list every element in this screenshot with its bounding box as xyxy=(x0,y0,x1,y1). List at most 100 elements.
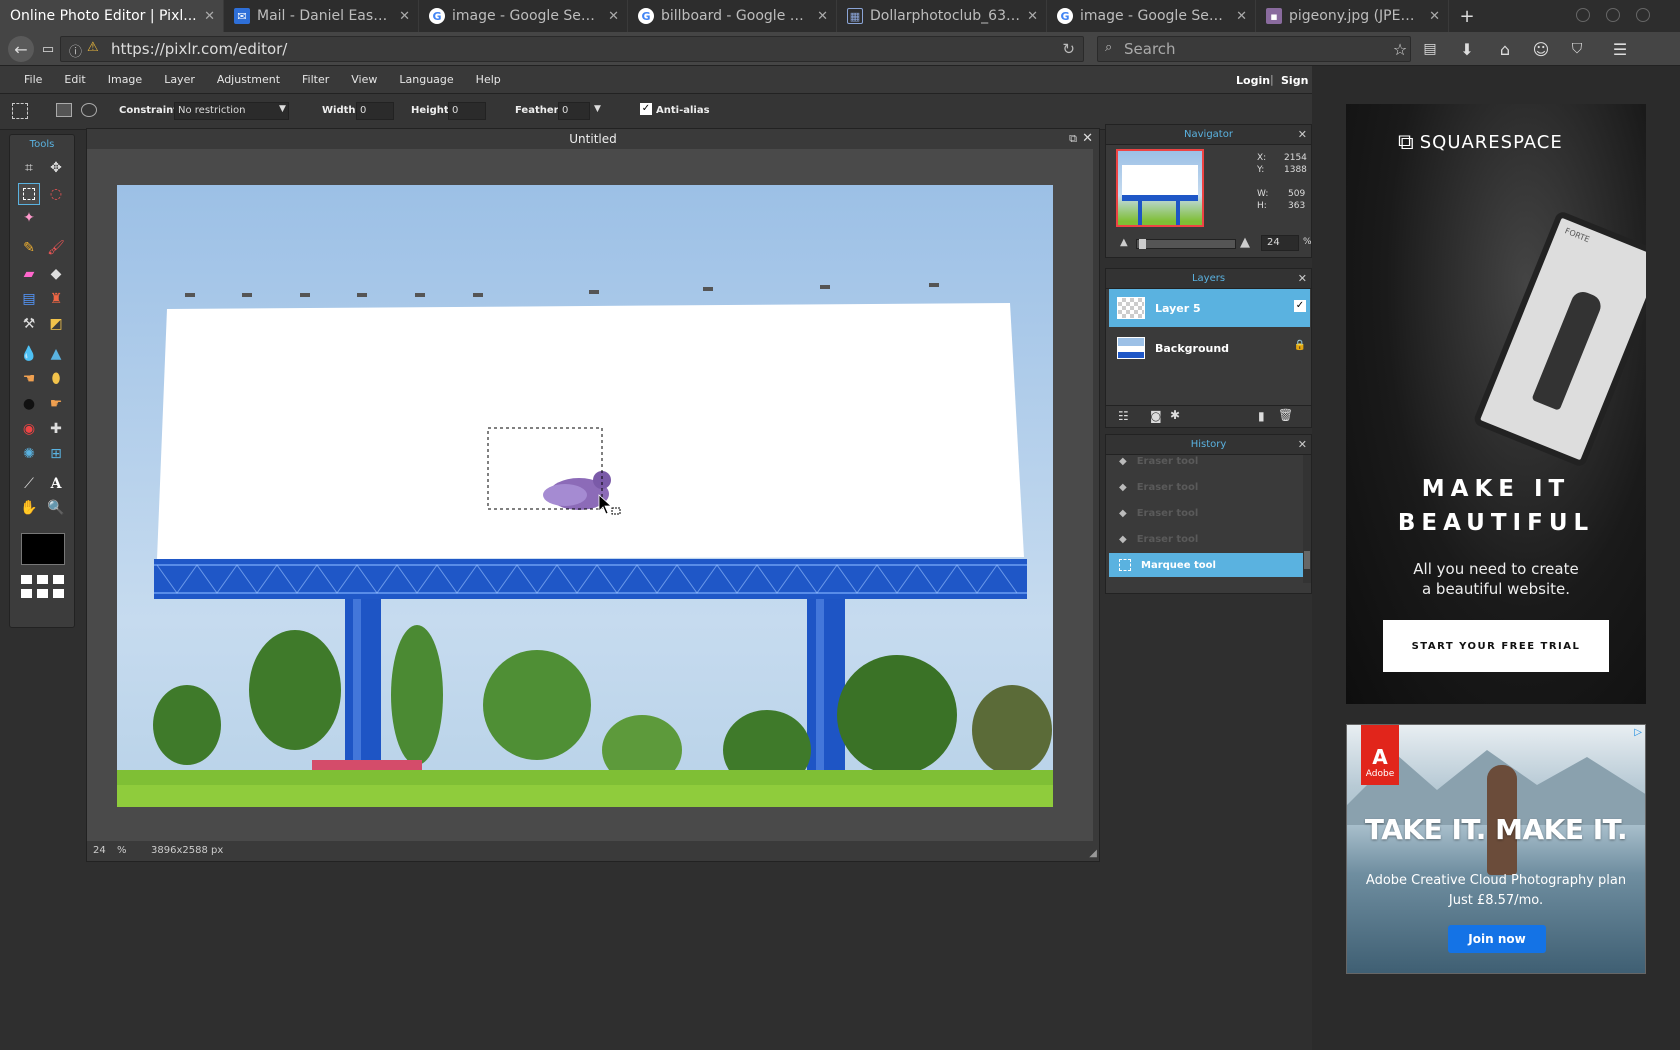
layer-mask-icon[interactable]: ◙ xyxy=(1150,409,1162,423)
antialias-checkbox[interactable]: ✓ xyxy=(640,103,652,115)
browser-search-input[interactable]: ⌕ Search xyxy=(1097,36,1411,62)
home-icon[interactable]: ⌂ xyxy=(1493,37,1517,61)
reading-list-icon[interactable]: ▤ xyxy=(1418,37,1442,61)
screenshot-icon[interactable]: ▭ xyxy=(36,37,60,61)
drawing-icon[interactable]: ◩ xyxy=(45,313,67,335)
smudge-icon[interactable]: ☚ xyxy=(18,368,40,390)
zoom-out-icon[interactable]: ▲ xyxy=(1120,237,1128,248)
tab-close-icon[interactable]: ✕ xyxy=(817,9,828,24)
new-layer-icon[interactable]: ▮ xyxy=(1258,409,1265,423)
view-mode-grid-icon[interactable] xyxy=(21,575,65,601)
pocket-icon[interactable]: ⛉ xyxy=(1565,37,1589,61)
trash-icon[interactable]: 🗑 xyxy=(1278,408,1293,422)
start-trial-button[interactable]: START YOUR FREE TRIAL xyxy=(1383,620,1609,672)
hamburger-menu-icon[interactable]: ☰ xyxy=(1608,37,1632,61)
emoji-icon[interactable]: ☺ xyxy=(1529,37,1553,61)
eraser-icon[interactable]: ▰ xyxy=(18,263,40,285)
layer-row-background[interactable]: Background 🔒 xyxy=(1109,329,1310,367)
resize-handle-icon[interactable]: ◢ xyxy=(1089,848,1097,859)
paint-bucket-icon[interactable]: ◆ xyxy=(45,263,67,285)
gradient-icon[interactable]: ▤ xyxy=(18,288,40,310)
crop-icon[interactable]: ⌗ xyxy=(18,157,40,179)
squarespace-ad[interactable]: FORTE ⧉ SQUARESPACE MAKE IT BEAUTIFUL Al… xyxy=(1346,104,1646,704)
window-maximize-button[interactable] xyxy=(1606,8,1620,22)
close-window-icon[interactable]: ✕ xyxy=(1082,129,1093,149)
blur-icon[interactable]: 💧 xyxy=(18,343,40,365)
signup-link[interactable]: Sign up xyxy=(1281,74,1312,87)
history-item[interactable]: ◆ Eraser tool xyxy=(1109,449,1305,473)
constraint-select[interactable]: No restriction xyxy=(174,102,289,120)
panel-close-icon[interactable]: ✕ xyxy=(1298,125,1307,145)
insecure-lock-icon[interactable]: ⚠ xyxy=(87,40,99,55)
billboard-image[interactable] xyxy=(117,185,1053,807)
panel-close-icon[interactable]: ✕ xyxy=(1298,269,1307,289)
history-item[interactable]: ◆ Eraser tool xyxy=(1109,475,1305,499)
menu-filter[interactable]: Filter xyxy=(292,73,341,86)
tab-google-image[interactable]: G image - Google Search ✕ xyxy=(419,0,628,32)
tab-pigeony[interactable]: ▪ pigeony.jpg (JPEG Ima... ✕ xyxy=(1256,0,1449,32)
menu-adjustment[interactable]: Adjustment xyxy=(207,73,292,86)
zoom-icon[interactable]: 🔍 xyxy=(45,497,67,519)
download-icon[interactable]: ⬇ xyxy=(1455,37,1479,61)
zoom-value[interactable]: 24 xyxy=(93,845,106,856)
tab-close-icon[interactable]: ✕ xyxy=(1429,9,1440,24)
tab-pixlr[interactable]: Online Photo Editor | Pixl... ✕ xyxy=(0,0,224,32)
history-scrollbar[interactable] xyxy=(1303,455,1311,583)
zoom-in-icon[interactable]: ▲ xyxy=(1240,235,1250,250)
clone-stamp-icon[interactable]: ♜ xyxy=(45,288,67,310)
url-bar[interactable]: ⓘ ⚠ https://pixlr.com/editor/ ↻ xyxy=(60,36,1084,62)
bookmark-star-icon[interactable]: ☆ xyxy=(1388,37,1412,61)
tab-close-icon[interactable]: ✕ xyxy=(204,9,215,24)
sharpen-icon[interactable]: ▲ xyxy=(45,343,67,365)
color-picker-icon[interactable]: ⟋ xyxy=(18,473,40,495)
brush-icon[interactable]: 🖌 xyxy=(45,237,67,259)
history-item-active[interactable]: Marquee tool xyxy=(1109,553,1305,577)
chevron-down-icon[interactable]: ▼ xyxy=(594,104,601,114)
red-eye-icon[interactable]: ◉ xyxy=(18,418,40,440)
height-input[interactable]: 0 xyxy=(448,102,486,120)
menu-file[interactable]: File xyxy=(14,73,54,86)
chevron-down-icon[interactable]: ▼ xyxy=(279,104,286,114)
tab-google-image-2[interactable]: G image - Google Search ✕ xyxy=(1047,0,1256,32)
spot-heal-icon[interactable]: ✚ xyxy=(45,418,67,440)
width-input[interactable]: 0 xyxy=(356,102,394,120)
menu-image[interactable]: Image xyxy=(98,73,154,86)
lasso-icon[interactable]: ◌ xyxy=(45,183,67,205)
marquee-icon[interactable] xyxy=(18,183,40,205)
adchoices-icon[interactable]: ▷ xyxy=(1634,727,1642,738)
tab-mail[interactable]: ✉ Mail - Daniel Easteal -... ✕ xyxy=(224,0,419,32)
move-icon[interactable]: ✥ xyxy=(45,157,67,179)
restore-window-icon[interactable]: ⧉ xyxy=(1069,129,1077,149)
info-icon[interactable]: ⓘ xyxy=(69,41,82,60)
layer-styles-icon[interactable]: ✱ xyxy=(1170,408,1180,422)
layer-settings-icon[interactable]: ☷ xyxy=(1118,409,1129,423)
zoom-input[interactable]: 24 xyxy=(1261,235,1299,251)
hand-icon[interactable]: ✋ xyxy=(18,497,40,519)
tab-google-billboard[interactable]: G billboard - Google Se... ✕ xyxy=(628,0,837,32)
bloat-icon[interactable]: ✺ xyxy=(18,443,40,465)
tab-close-icon[interactable]: ✕ xyxy=(608,9,619,24)
burn-icon[interactable]: ● xyxy=(18,393,40,415)
tab-close-icon[interactable]: ✕ xyxy=(1236,9,1247,24)
new-tab-button[interactable]: + xyxy=(1449,0,1483,32)
history-scroll-thumb[interactable] xyxy=(1304,551,1310,569)
back-arrow-icon[interactable]: ← xyxy=(8,36,34,62)
window-minimize-button[interactable] xyxy=(1576,8,1590,22)
feather-input[interactable]: 0 xyxy=(558,102,590,120)
menu-view[interactable]: View xyxy=(341,73,389,86)
zoom-slider-thumb[interactable] xyxy=(1139,239,1146,249)
dodge-icon[interactable]: ☛ xyxy=(45,393,67,415)
login-link[interactable]: Login xyxy=(1236,74,1270,87)
menu-language[interactable]: Language xyxy=(389,73,465,86)
sponge-icon[interactable]: ⬮ xyxy=(45,368,67,390)
tab-dollarphotoclub[interactable]: ▦ Dollarphotoclub_630... ✕ xyxy=(837,0,1047,32)
menu-layer[interactable]: Layer xyxy=(154,73,207,86)
magic-wand-icon[interactable]: ✦ xyxy=(18,207,40,229)
pinch-icon[interactable]: ⊞ xyxy=(45,443,67,465)
tab-close-icon[interactable]: ✕ xyxy=(1027,9,1038,24)
ellipse-marquee-icon[interactable] xyxy=(81,103,97,117)
canvas-scrollbar[interactable] xyxy=(1093,149,1099,843)
rectangle-marquee-icon[interactable] xyxy=(56,103,72,117)
join-now-button[interactable]: Join now xyxy=(1448,925,1546,953)
window-close-button[interactable] xyxy=(1636,8,1650,22)
